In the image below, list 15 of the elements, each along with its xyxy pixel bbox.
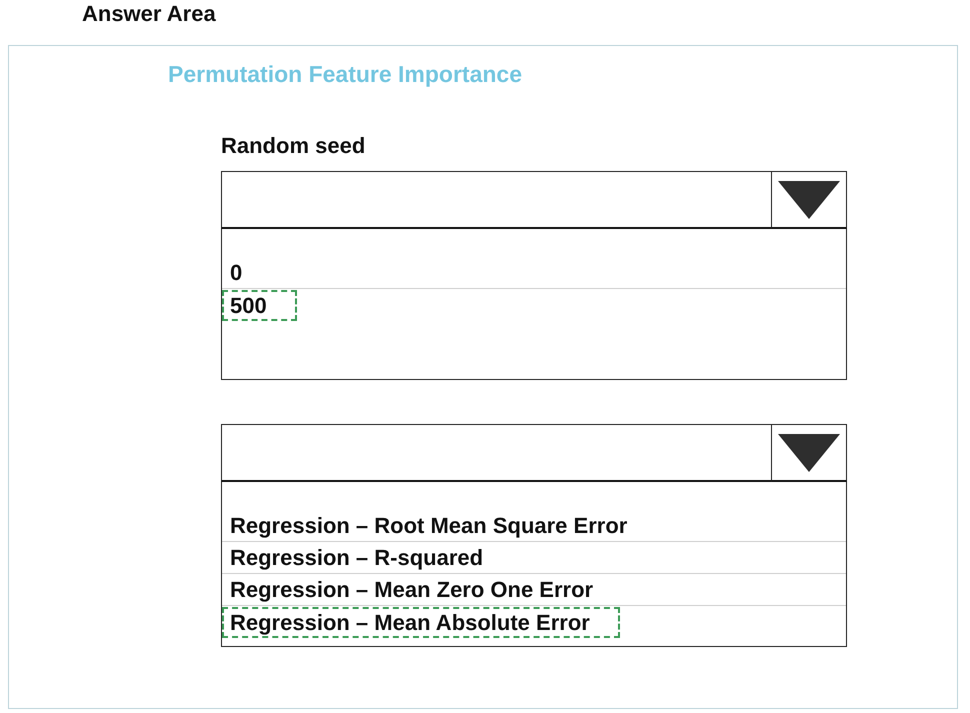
- section-heading: Answer Area: [82, 1, 216, 27]
- dropdown-button[interactable]: [771, 171, 847, 229]
- caret-icon: [778, 434, 840, 472]
- dropdown-option[interactable]: 500: [222, 290, 297, 320]
- dropdown-option[interactable]: Regression – R-squared: [222, 542, 514, 573]
- dropdown-option[interactable]: Regression – Mean Absolute Error: [222, 606, 620, 638]
- dropdown-option[interactable]: Regression – Root Mean Square Error: [222, 510, 658, 541]
- field-label: Random seed: [221, 133, 366, 159]
- caret-icon: [778, 180, 840, 218]
- dropdown-option[interactable]: Regression – Mean Zero One Error: [222, 574, 624, 605]
- panel-title: Permutation Feature Importance: [168, 60, 522, 88]
- select-field[interactable]: [221, 424, 771, 482]
- dropdown-option[interactable]: 0: [222, 257, 272, 288]
- dropdown-button[interactable]: [771, 424, 847, 482]
- select-field[interactable]: [221, 171, 771, 229]
